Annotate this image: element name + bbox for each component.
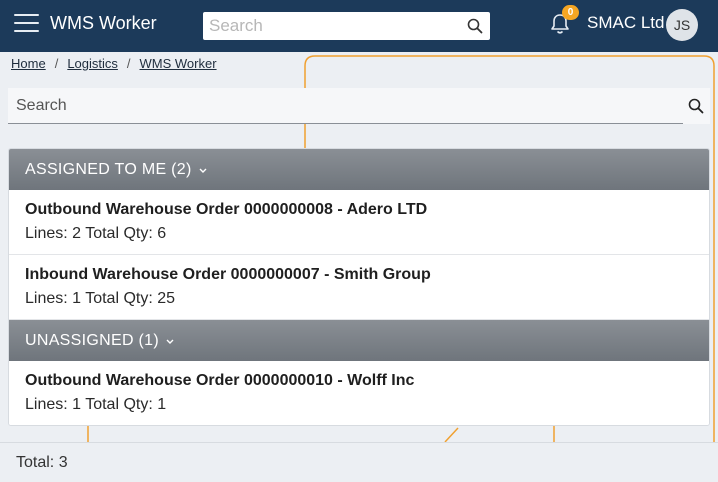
order-title: Outbound Warehouse Order 0000000008 - Ad… [25, 201, 428, 218]
global-search [203, 12, 490, 40]
group-label: UNASSIGNED (1) [25, 331, 159, 349]
order-details: Lines: 2 Total Qty: 6 [25, 225, 167, 242]
top-bar: WMS Worker 0 SMAC Ltd JS [0, 0, 718, 52]
search-icon[interactable] [688, 98, 704, 114]
order-title: Inbound Warehouse Order 0000000007 - Smi… [25, 266, 431, 283]
app-title: WMS Worker [50, 13, 157, 33]
notification-badge: 0 [562, 5, 579, 20]
avatar[interactable]: JS [666, 9, 698, 41]
list-item[interactable]: Outbound Warehouse Order 0000000008 - Ad… [9, 190, 709, 255]
company-name[interactable]: SMAC Ltd [587, 13, 664, 33]
group-label: ASSIGNED TO ME (2) [25, 160, 192, 178]
order-details: Lines: 1 Total Qty: 1 [25, 396, 167, 413]
breadcrumb-home[interactable]: Home [11, 56, 46, 71]
list-search [8, 88, 710, 124]
breadcrumb: Home / Logistics / WMS Worker [11, 56, 217, 71]
group-header-unassigned[interactable]: UNASSIGNED (1) [9, 320, 709, 361]
chevron-down-icon [166, 339, 174, 344]
order-list: ASSIGNED TO ME (2) Outbound Warehouse Or… [8, 148, 710, 426]
search-icon[interactable] [467, 18, 483, 34]
chevron-down-icon [199, 168, 207, 173]
list-search-input[interactable] [8, 88, 683, 124]
group-header-assigned[interactable]: ASSIGNED TO ME (2) [9, 149, 709, 190]
global-search-input[interactable] [203, 12, 490, 40]
breadcrumb-wms-worker[interactable]: WMS Worker [140, 56, 217, 71]
footer: Total: 3 [0, 442, 718, 482]
list-item[interactable]: Outbound Warehouse Order 0000000010 - Wo… [9, 361, 709, 425]
total-count: Total: 3 [16, 453, 68, 471]
menu-icon[interactable] [14, 14, 39, 34]
list-item[interactable]: Inbound Warehouse Order 0000000007 - Smi… [9, 255, 709, 320]
order-title: Outbound Warehouse Order 0000000010 - Wo… [25, 372, 415, 389]
order-details: Lines: 1 Total Qty: 25 [25, 290, 176, 307]
breadcrumb-logistics[interactable]: Logistics [67, 56, 118, 71]
